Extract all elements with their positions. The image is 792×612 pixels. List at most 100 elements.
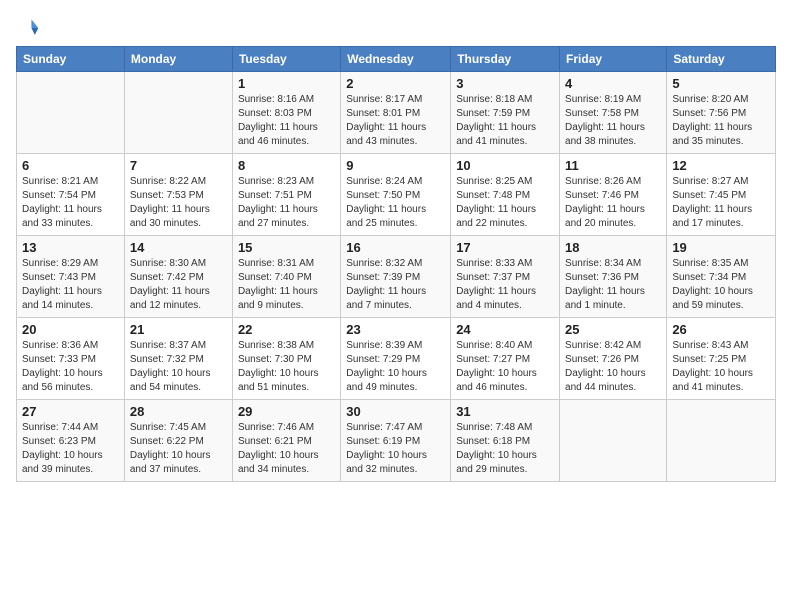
calendar-cell: 2 Sunrise: 8:17 AM Sunset: 8:01 PM Daylig… (341, 72, 451, 154)
day-number: 20 (22, 322, 119, 337)
header-cell-sunday: Sunday (17, 47, 125, 72)
calendar-cell: 5 Sunrise: 8:20 AM Sunset: 7:56 PM Daylig… (667, 72, 776, 154)
cell-content: Sunrise: 7:44 AM Sunset: 6:23 PM Dayligh… (22, 421, 119, 477)
day-number: 7 (130, 158, 227, 173)
calendar-week-4: 20 Sunrise: 8:36 AM Sunset: 7:33 PM Dayli… (17, 318, 776, 400)
day-number: 6 (22, 158, 119, 173)
calendar-cell: 9Sunrise: 8:24 AM Sunset: 7:50 PM Daylig… (341, 154, 451, 236)
cell-content: Sunrise: 8:25 AM Sunset: 7:48 PM Dayligh… (456, 175, 554, 231)
cell-content: Sunrise: 8:23 AM Sunset: 7:51 PM Dayligh… (238, 175, 335, 231)
day-number: 27 (22, 404, 119, 419)
header-cell-thursday: Thursday (451, 47, 560, 72)
cell-content: Sunrise: 8:32 AM Sunset: 7:39 PM Dayligh… (346, 257, 445, 313)
cell-content: Sunrise: 8:30 AM Sunset: 7:42 PM Dayligh… (130, 257, 227, 313)
calendar-cell: 19 Sunrise: 8:35 AM Sunset: 7:34 PM Dayli… (667, 236, 776, 318)
cell-content: Sunrise: 8:42 AM Sunset: 7:26 PM Dayligh… (565, 339, 661, 395)
day-number: 3 (456, 76, 554, 91)
header-cell-saturday: Saturday (667, 47, 776, 72)
calendar-week-3: 13 Sunrise: 8:29 AM Sunset: 7:43 PM Dayli… (17, 236, 776, 318)
calendar-cell: 1 Sunrise: 8:16 AM Sunset: 8:03 PM Daylig… (232, 72, 340, 154)
calendar-cell: 31 Sunrise: 7:48 AM Sunset: 6:18 PM Dayli… (451, 400, 560, 482)
calendar-cell: 16 Sunrise: 8:32 AM Sunset: 7:39 PM Dayli… (341, 236, 451, 318)
day-number: 16 (346, 240, 445, 255)
cell-content: Sunrise: 7:46 AM Sunset: 6:21 PM Dayligh… (238, 421, 335, 477)
cell-content: Sunrise: 8:37 AM Sunset: 7:32 PM Dayligh… (130, 339, 227, 395)
calendar-cell: 17 Sunrise: 8:33 AM Sunset: 7:37 PM Dayli… (451, 236, 560, 318)
cell-content: Sunrise: 8:16 AM Sunset: 8:03 PM Dayligh… (238, 93, 335, 149)
calendar-table: SundayMondayTuesdayWednesdayThursdayFrid… (16, 46, 776, 482)
calendar-cell: 4 Sunrise: 8:19 AM Sunset: 7:58 PM Daylig… (560, 72, 667, 154)
calendar-cell: 23 Sunrise: 8:39 AM Sunset: 7:29 PM Dayli… (341, 318, 451, 400)
calendar-cell (17, 72, 125, 154)
day-number: 19 (672, 240, 770, 255)
calendar-cell: 22 Sunrise: 8:38 AM Sunset: 7:30 PM Dayli… (232, 318, 340, 400)
day-number: 5 (672, 76, 770, 91)
calendar-cell (667, 400, 776, 482)
day-number: 9 (346, 158, 445, 173)
cell-content: Sunrise: 8:34 AM Sunset: 7:36 PM Dayligh… (565, 257, 661, 313)
day-number: 22 (238, 322, 335, 337)
calendar-cell: 21 Sunrise: 8:37 AM Sunset: 7:32 PM Dayli… (124, 318, 232, 400)
day-number: 4 (565, 76, 661, 91)
cell-content: Sunrise: 8:40 AM Sunset: 7:27 PM Dayligh… (456, 339, 554, 395)
calendar-cell: 14 Sunrise: 8:30 AM Sunset: 7:42 PM Dayli… (124, 236, 232, 318)
cell-content: Sunrise: 8:35 AM Sunset: 7:34 PM Dayligh… (672, 257, 770, 313)
calendar-cell: 24 Sunrise: 8:40 AM Sunset: 7:27 PM Dayli… (451, 318, 560, 400)
calendar-cell: 6 Sunrise: 8:21 AM Sunset: 7:54 PM Daylig… (17, 154, 125, 236)
day-number: 23 (346, 322, 445, 337)
calendar-cell: 25 Sunrise: 8:42 AM Sunset: 7:26 PM Dayli… (560, 318, 667, 400)
header-cell-friday: Friday (560, 47, 667, 72)
day-number: 24 (456, 322, 554, 337)
calendar-cell: 29 Sunrise: 7:46 AM Sunset: 6:21 PM Dayli… (232, 400, 340, 482)
cell-content: Sunrise: 8:21 AM Sunset: 7:54 PM Dayligh… (22, 175, 119, 231)
calendar-cell: 13 Sunrise: 8:29 AM Sunset: 7:43 PM Dayli… (17, 236, 125, 318)
calendar-cell: 27 Sunrise: 7:44 AM Sunset: 6:23 PM Dayli… (17, 400, 125, 482)
cell-content: Sunrise: 8:36 AM Sunset: 7:33 PM Dayligh… (22, 339, 119, 395)
cell-content: Sunrise: 8:27 AM Sunset: 7:45 PM Dayligh… (672, 175, 770, 231)
calendar-cell: 10 Sunrise: 8:25 AM Sunset: 7:48 PM Dayli… (451, 154, 560, 236)
day-number: 28 (130, 404, 227, 419)
calendar-cell (560, 400, 667, 482)
cell-content: Sunrise: 8:39 AM Sunset: 7:29 PM Dayligh… (346, 339, 445, 395)
header-cell-tuesday: Tuesday (232, 47, 340, 72)
day-number: 25 (565, 322, 661, 337)
cell-content: Sunrise: 8:20 AM Sunset: 7:56 PM Dayligh… (672, 93, 770, 149)
calendar-cell: 26Sunrise: 8:43 AM Sunset: 7:25 PM Dayli… (667, 318, 776, 400)
cell-content: Sunrise: 8:17 AM Sunset: 8:01 PM Dayligh… (346, 93, 445, 149)
day-number: 8 (238, 158, 335, 173)
day-number: 10 (456, 158, 554, 173)
calendar-cell: 28Sunrise: 7:45 AM Sunset: 6:22 PM Dayli… (124, 400, 232, 482)
calendar-week-1: 1 Sunrise: 8:16 AM Sunset: 8:03 PM Daylig… (17, 72, 776, 154)
day-number: 29 (238, 404, 335, 419)
day-number: 17 (456, 240, 554, 255)
cell-content: Sunrise: 8:38 AM Sunset: 7:30 PM Dayligh… (238, 339, 335, 395)
day-number: 14 (130, 240, 227, 255)
cell-content: Sunrise: 8:31 AM Sunset: 7:40 PM Dayligh… (238, 257, 335, 313)
header-cell-wednesday: Wednesday (341, 47, 451, 72)
header-row: SundayMondayTuesdayWednesdayThursdayFrid… (17, 47, 776, 72)
day-number: 1 (238, 76, 335, 91)
day-number: 26 (672, 322, 770, 337)
calendar-cell: 30Sunrise: 7:47 AM Sunset: 6:19 PM Dayli… (341, 400, 451, 482)
day-number: 21 (130, 322, 227, 337)
cell-content: Sunrise: 8:19 AM Sunset: 7:58 PM Dayligh… (565, 93, 661, 149)
cell-content: Sunrise: 8:22 AM Sunset: 7:53 PM Dayligh… (130, 175, 227, 231)
day-number: 18 (565, 240, 661, 255)
cell-content: Sunrise: 8:33 AM Sunset: 7:37 PM Dayligh… (456, 257, 554, 313)
day-number: 13 (22, 240, 119, 255)
cell-content: Sunrise: 8:26 AM Sunset: 7:46 PM Dayligh… (565, 175, 661, 231)
page-header (16, 16, 776, 40)
header-cell-monday: Monday (124, 47, 232, 72)
cell-content: Sunrise: 8:29 AM Sunset: 7:43 PM Dayligh… (22, 257, 119, 313)
day-number: 11 (565, 158, 661, 173)
cell-content: Sunrise: 7:48 AM Sunset: 6:18 PM Dayligh… (456, 421, 554, 477)
cell-content: Sunrise: 7:47 AM Sunset: 6:19 PM Dayligh… (346, 421, 445, 477)
calendar-cell: 3Sunrise: 8:18 AM Sunset: 7:59 PM Daylig… (451, 72, 560, 154)
day-number: 12 (672, 158, 770, 173)
day-number: 2 (346, 76, 445, 91)
day-number: 15 (238, 240, 335, 255)
calendar-cell: 12 Sunrise: 8:27 AM Sunset: 7:45 PM Dayli… (667, 154, 776, 236)
day-number: 31 (456, 404, 554, 419)
calendar-cell: 7 Sunrise: 8:22 AM Sunset: 7:53 PM Daylig… (124, 154, 232, 236)
calendar-cell: 15 Sunrise: 8:31 AM Sunset: 7:40 PM Dayli… (232, 236, 340, 318)
